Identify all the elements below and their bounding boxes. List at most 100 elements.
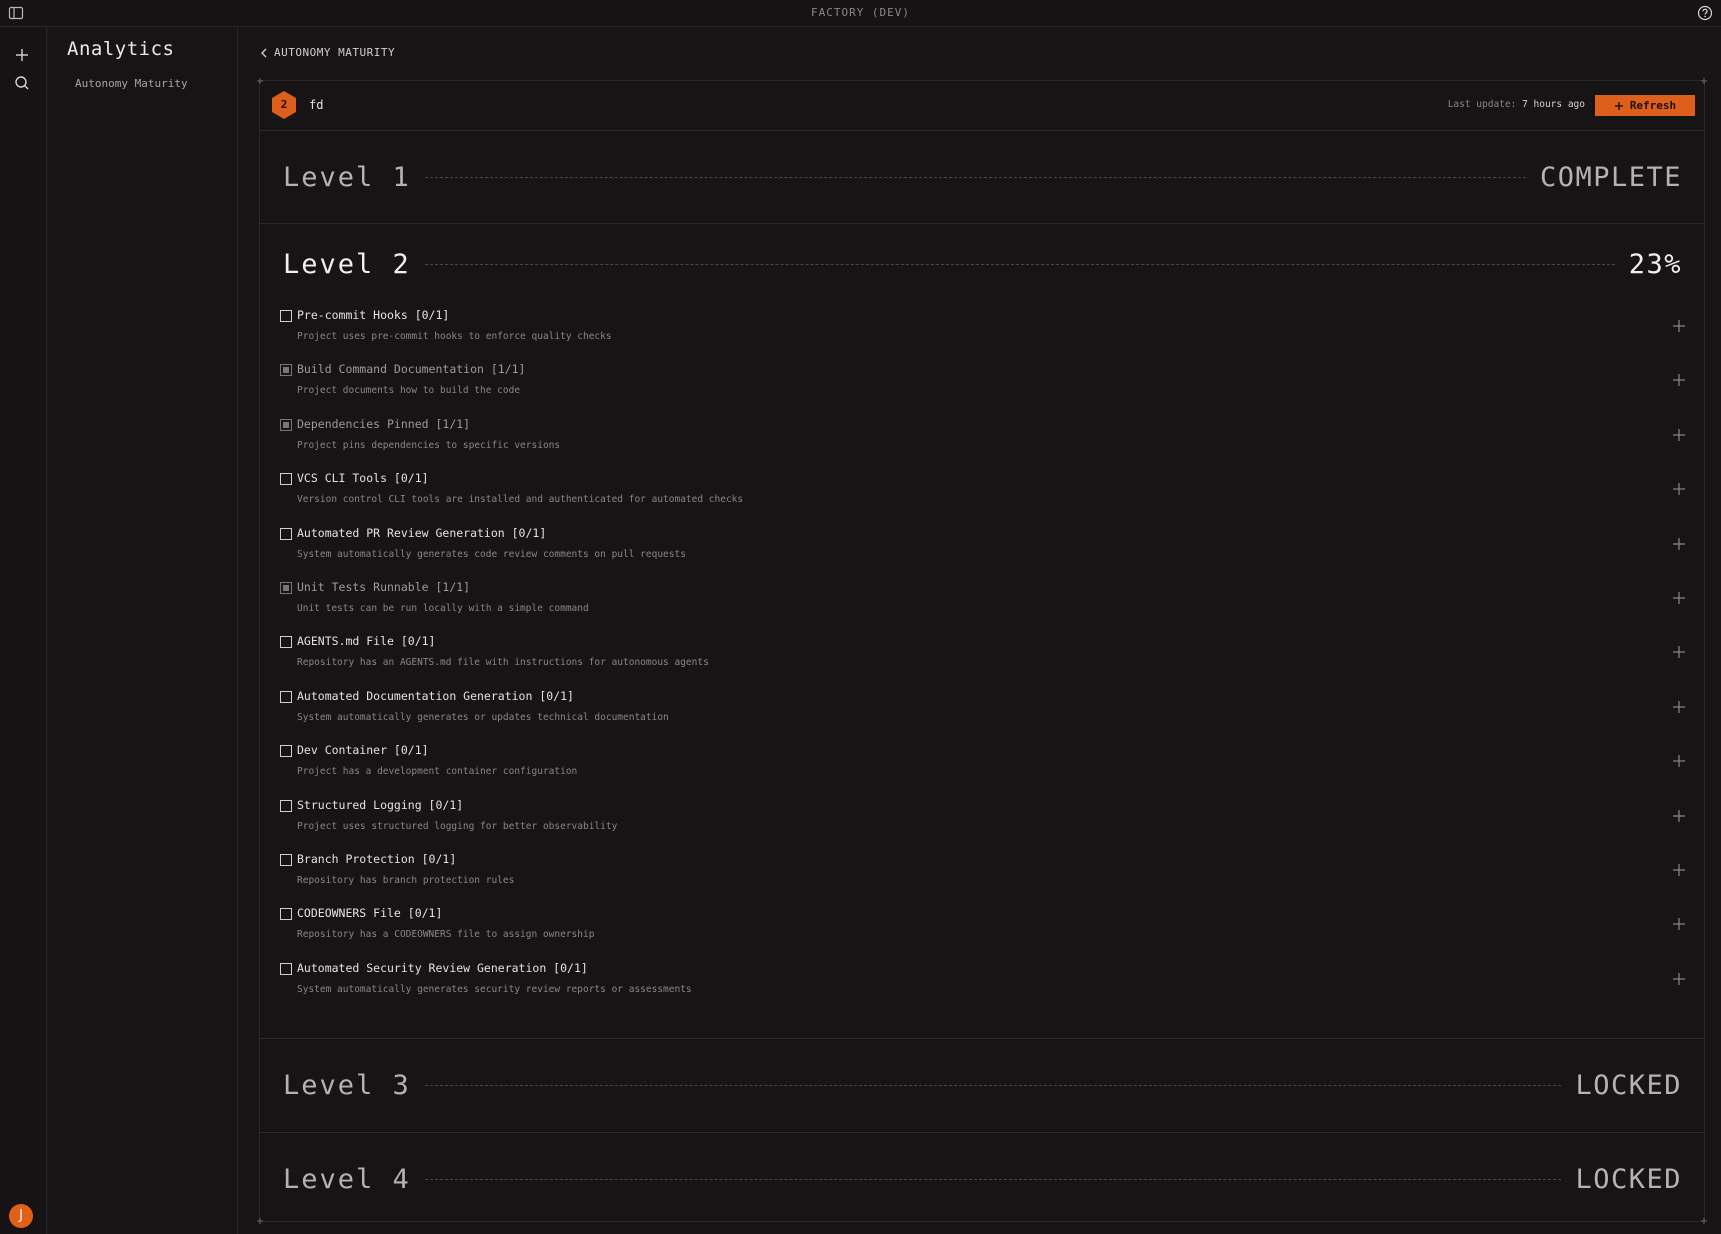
expand-plus-icon[interactable] [1672,428,1686,442]
project-name: fd [309,98,324,112]
level-badge-number: 2 [280,98,288,111]
main-content: AUTONOMY MATURITY 2 fd Last update: 7 ho… [239,28,1721,1234]
level-name: Level 3 [283,1069,411,1101]
requirement-row: Unit Tests Runnable [1/1] Unit tests can … [280,577,1692,627]
dotted-divider [424,1178,1562,1180]
requirement-row: Automated Security Review Generation [0/… [280,958,1692,1008]
requirement-title: Branch Protection [0/1] [297,852,457,866]
level-badge: 2 [271,90,297,120]
expand-plus-icon[interactable] [1672,645,1686,659]
requirement-checkbox[interactable] [280,745,292,758]
requirement-title: Pre-commit Hooks [0/1] [297,308,450,322]
level-name: Level 1 [283,161,411,193]
expand-plus-icon[interactable] [1672,917,1686,931]
title-bar: FACTORY (DEV) [0,0,1721,27]
expand-plus-icon[interactable] [1672,482,1686,496]
breadcrumb-back[interactable]: AUTONOMY MATURITY [260,46,395,59]
level-status: LOCKED [1575,1069,1682,1101]
requirement-checkbox[interactable] [280,636,292,649]
level-status: LOCKED [1575,1163,1682,1195]
requirement-checkbox[interactable] [280,418,292,431]
requirement-checkbox[interactable] [280,854,292,866]
expand-plus-icon[interactable] [1672,537,1686,551]
requirement-checkbox[interactable] [280,962,292,975]
requirement-description: Version control CLI tools are installed … [297,494,744,506]
expand-plus-icon[interactable] [1672,373,1686,387]
breadcrumb-label: AUTONOMY MATURITY [274,46,396,59]
expand-plus-icon[interactable] [1672,319,1686,333]
requirement-description: Project uses structured logging for bett… [297,820,618,832]
level-status: COMPLETE [1539,161,1682,193]
requirement-row: AGENTS.md File [0/1] Repository has an AG… [280,631,1692,681]
requirement-row: Dev Container [0/1] Project has a develop… [280,740,1692,790]
requirement-description: Repository has branch protection rules [297,875,515,886]
expand-plus-icon[interactable] [1672,809,1686,823]
requirement-description: Project uses pre-commit hooks to enforce… [297,331,612,342]
expand-plus-icon[interactable] [1672,700,1686,714]
expand-plus-icon[interactable] [1672,863,1686,877]
requirement-description: System automatically generates security … [297,983,692,995]
level-progress: 23% [1628,248,1682,280]
expand-plus-icon[interactable] [1672,591,1686,605]
icon-rail: J [0,28,47,1234]
window-title: FACTORY (DEV) [810,6,911,19]
requirement-description: Repository has an AGENTS.md file with in… [297,657,709,669]
requirement-row: Structured Logging [0/1] Project uses str… [280,795,1692,845]
sidebar-item-autonomy-maturity[interactable]: Autonomy Maturity [75,77,188,90]
requirement-description: Project has a development container conf… [297,766,578,778]
requirement-description: Repository has a CODEOWNERS file to assi… [297,929,595,941]
requirement-checkbox[interactable] [280,527,292,540]
requirement-title: AGENTS.md File [0/1] [297,634,436,649]
requirement-checkbox[interactable] [280,473,292,486]
plus-icon [1614,101,1623,110]
avatar[interactable]: J [9,1204,33,1228]
requirement-checkbox[interactable] [280,799,292,812]
maturity-panel: 2 fd Last update: 7 hours ago Refresh Le… [257,78,1707,1224]
search-icon[interactable] [13,74,31,92]
last-update: Last update: 7 hours ago [1448,99,1585,110]
requirement-checkbox[interactable] [280,908,292,921]
expand-plus-icon[interactable] [1672,972,1686,986]
chevron-left-icon [261,48,267,57]
dotted-divider [424,176,1526,178]
requirement-row: Automated Documentation Generation [0/1]… [280,686,1692,736]
requirement-title: Build Command Documentation [1/1] [297,362,526,377]
help-icon[interactable] [1697,5,1713,21]
level-name: Level 2 [283,248,411,280]
last-update-label: Last update: [1447,99,1517,110]
sidebar-heading: Analytics [67,38,175,60]
requirement-row: Pre-commit Hooks [0/1] Project uses pre-c… [280,305,1692,355]
requirement-title: Structured Logging [0/1] [297,797,464,812]
level-2-section: Level 2 23% Pre-commit Hooks [0/1] Projec… [260,224,1704,1039]
requirement-row: CODEOWNERS File [0/1] Repository has a CO… [280,903,1692,953]
requirement-title: Dev Container [0/1] [297,743,429,758]
refresh-button[interactable]: Refresh [1595,95,1695,116]
level-1-section[interactable]: Level 1 COMPLETE [260,131,1704,224]
requirement-checkbox[interactable] [280,582,292,594]
requirement-row: VCS CLI Tools [0/1] Version control CLI t… [280,468,1692,518]
level-4-section[interactable]: Level 4 LOCKED [260,1133,1704,1222]
requirement-description: System automatically generates code revi… [297,548,686,560]
requirement-title: Automated Security Review Generation [0/… [297,960,588,975]
expand-plus-icon[interactable] [1672,754,1686,768]
requirement-checkbox[interactable] [280,310,292,322]
new-icon[interactable] [13,46,31,64]
requirement-row: Automated PR Review Generation [0/1] Syst… [280,523,1692,573]
requirement-title: Automated PR Review Generation [0/1] [297,525,547,540]
requirement-title: CODEOWNERS File [0/1] [297,906,443,921]
requirement-title: VCS CLI Tools [0/1] [297,471,429,486]
requirement-title: Dependencies Pinned [1/1] [297,416,471,431]
requirement-row: Dependencies Pinned [1/1] Project pins de… [280,414,1692,464]
requirement-row: Branch Protection [0/1] Repository has br… [280,849,1692,899]
level-3-section[interactable]: Level 3 LOCKED [260,1039,1704,1133]
dotted-divider [424,263,1615,265]
project-header: 2 fd Last update: 7 hours ago Refresh [260,81,1704,131]
requirement-title: Automated Documentation Generation [0/1] [297,688,574,703]
requirement-checkbox[interactable] [280,364,292,377]
last-update-value: 7 hours ago [1522,99,1585,110]
requirement-description: Project documents how to build the code [297,385,521,397]
requirement-description: Project pins dependencies to specific ve… [297,439,561,451]
sidebar: Analytics Autonomy Maturity [48,28,238,1234]
requirement-checkbox[interactable] [280,690,292,703]
refresh-label: Refresh [1629,99,1677,112]
